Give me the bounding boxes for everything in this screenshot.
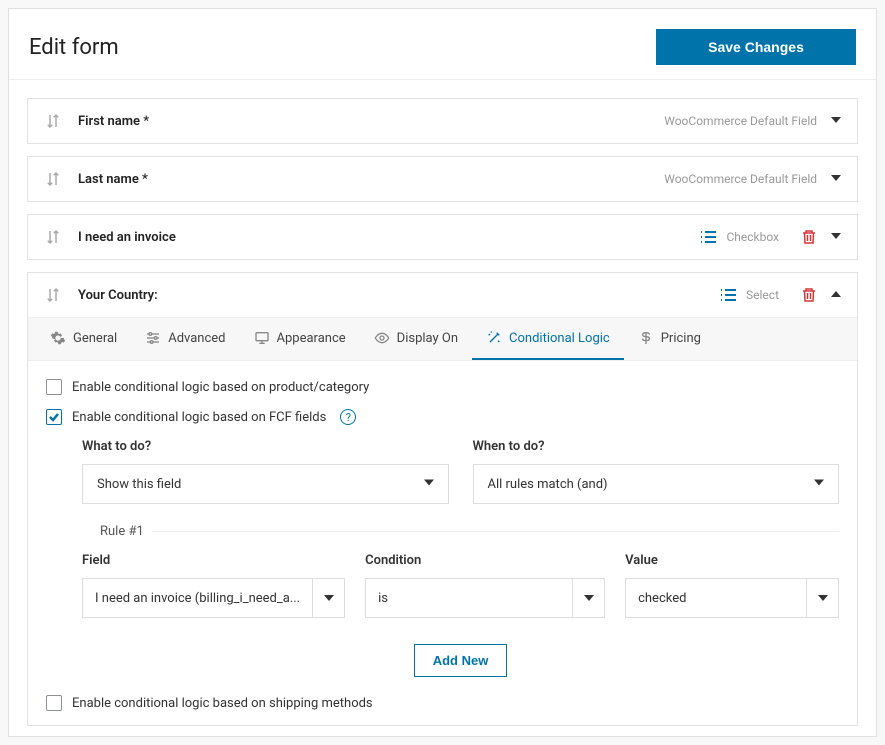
field-row: Last name * WooCommerce Default Field <box>27 156 858 202</box>
monitor-icon <box>254 330 270 346</box>
field-head[interactable]: Last name * WooCommerce Default Field <box>28 157 857 201</box>
drag-handle-icon[interactable] <box>44 228 62 246</box>
enable-shipping-row: Enable conditional logic based on shippi… <box>46 695 839 711</box>
page-title: Edit form <box>29 35 119 60</box>
when-to-do-label: When to do? <box>473 439 840 454</box>
list-icon <box>700 230 716 244</box>
what-to-do-label: What to do? <box>82 439 449 454</box>
field-type-label: WooCommerce Default Field <box>664 172 817 186</box>
enable-product-label: Enable conditional logic based on produc… <box>72 380 369 395</box>
field-head[interactable]: Your Country: Select <box>28 273 857 317</box>
drag-handle-icon[interactable] <box>44 112 62 130</box>
chevron-down-icon[interactable] <box>831 230 841 245</box>
tab-label: Advanced <box>168 331 225 346</box>
when-to-do-select[interactable]: All rules match (and) <box>473 464 840 504</box>
rule-condition-label: Condition <box>365 553 605 568</box>
field-head[interactable]: First name * WooCommerce Default Field <box>28 99 857 143</box>
chevron-up-icon[interactable] <box>831 288 841 303</box>
select-value: All rules match (and) <box>488 477 608 492</box>
enable-shipping-checkbox[interactable] <box>46 695 62 711</box>
rule-legend: Rule #1 <box>82 524 152 539</box>
tab-advanced[interactable]: Advanced <box>131 318 239 360</box>
select-value: I need an invoice (billing_i_need_a... <box>83 579 312 617</box>
conditional-options: What to do? Show this field When to do? <box>46 439 839 677</box>
tab-label: General <box>73 331 117 346</box>
enable-shipping-label: Enable conditional logic based on shippi… <box>72 696 373 711</box>
fields-list: First name * WooCommerce Default Field L… <box>9 80 876 736</box>
tab-label: Display On <box>397 331 458 346</box>
chevron-down-icon[interactable] <box>831 114 841 129</box>
delete-field-button[interactable] <box>801 229 817 245</box>
panel-header: Edit form Save Changes <box>9 9 876 80</box>
dollar-icon <box>638 330 654 346</box>
sliders-icon <box>145 330 161 346</box>
help-icon[interactable]: ? <box>340 409 356 425</box>
gear-icon <box>50 330 66 346</box>
chevron-down-icon <box>312 579 344 617</box>
save-changes-button[interactable]: Save Changes <box>656 29 856 65</box>
list-icon <box>720 288 736 302</box>
rule-fieldset: Rule #1 Field I need an invoice (billing… <box>82 524 839 634</box>
tab-label: Pricing <box>661 331 701 346</box>
what-to-do-select[interactable]: Show this field <box>82 464 449 504</box>
rule-value-label: Value <box>625 553 839 568</box>
field-row: I need an invoice Checkbox <box>27 214 858 260</box>
rule-field-select[interactable]: I need an invoice (billing_i_need_a... <box>82 578 345 618</box>
field-settings-tabs: General Advanced Appearance <box>28 317 857 361</box>
chevron-down-icon <box>814 477 824 492</box>
enable-product-row: Enable conditional logic based on produc… <box>46 379 839 395</box>
add-new-rule-button[interactable]: Add New <box>414 644 508 677</box>
enable-fcf-checkbox[interactable] <box>46 409 62 425</box>
magic-wand-icon <box>486 330 502 346</box>
chevron-down-icon <box>424 477 434 492</box>
select-value: Show this field <box>97 477 181 492</box>
tab-appearance[interactable]: Appearance <box>240 318 360 360</box>
field-type-label: Checkbox <box>726 230 779 244</box>
delete-field-button[interactable] <box>801 287 817 303</box>
chevron-down-icon <box>572 579 604 617</box>
tab-pricing[interactable]: Pricing <box>624 318 715 360</box>
field-name-label: Your Country: <box>78 288 720 303</box>
rule-field-label: Field <box>82 553 345 568</box>
field-row-expanded: Your Country: Select General <box>27 272 858 726</box>
eye-icon <box>374 330 390 346</box>
field-name-label: First name * <box>78 114 664 129</box>
tab-label: Appearance <box>277 331 346 346</box>
tab-display-on[interactable]: Display On <box>360 318 472 360</box>
field-head[interactable]: I need an invoice Checkbox <box>28 215 857 259</box>
rule-value-select[interactable]: checked <box>625 578 839 618</box>
select-value: is <box>366 579 572 617</box>
field-row: First name * WooCommerce Default Field <box>27 98 858 144</box>
rule-condition-select[interactable]: is <box>365 578 605 618</box>
field-type-label: Select <box>746 288 779 302</box>
enable-fcf-label: Enable conditional logic based on FCF fi… <box>72 410 326 425</box>
chevron-down-icon[interactable] <box>831 172 841 187</box>
tab-conditional-logic[interactable]: Conditional Logic <box>472 318 624 360</box>
field-type-label: WooCommerce Default Field <box>664 114 817 128</box>
tab-general[interactable]: General <box>36 318 131 360</box>
select-value: checked <box>626 579 806 617</box>
field-name-label: Last name * <box>78 172 664 187</box>
drag-handle-icon[interactable] <box>44 286 62 304</box>
tab-label: Conditional Logic <box>509 331 610 346</box>
enable-fcf-row: Enable conditional logic based on FCF fi… <box>46 409 839 425</box>
enable-product-checkbox[interactable] <box>46 379 62 395</box>
conditional-logic-settings: Enable conditional logic based on produc… <box>28 361 857 725</box>
drag-handle-icon[interactable] <box>44 170 62 188</box>
chevron-down-icon <box>806 579 838 617</box>
edit-form-panel: Edit form Save Changes First name * WooC… <box>8 8 877 737</box>
field-name-label: I need an invoice <box>78 230 700 245</box>
